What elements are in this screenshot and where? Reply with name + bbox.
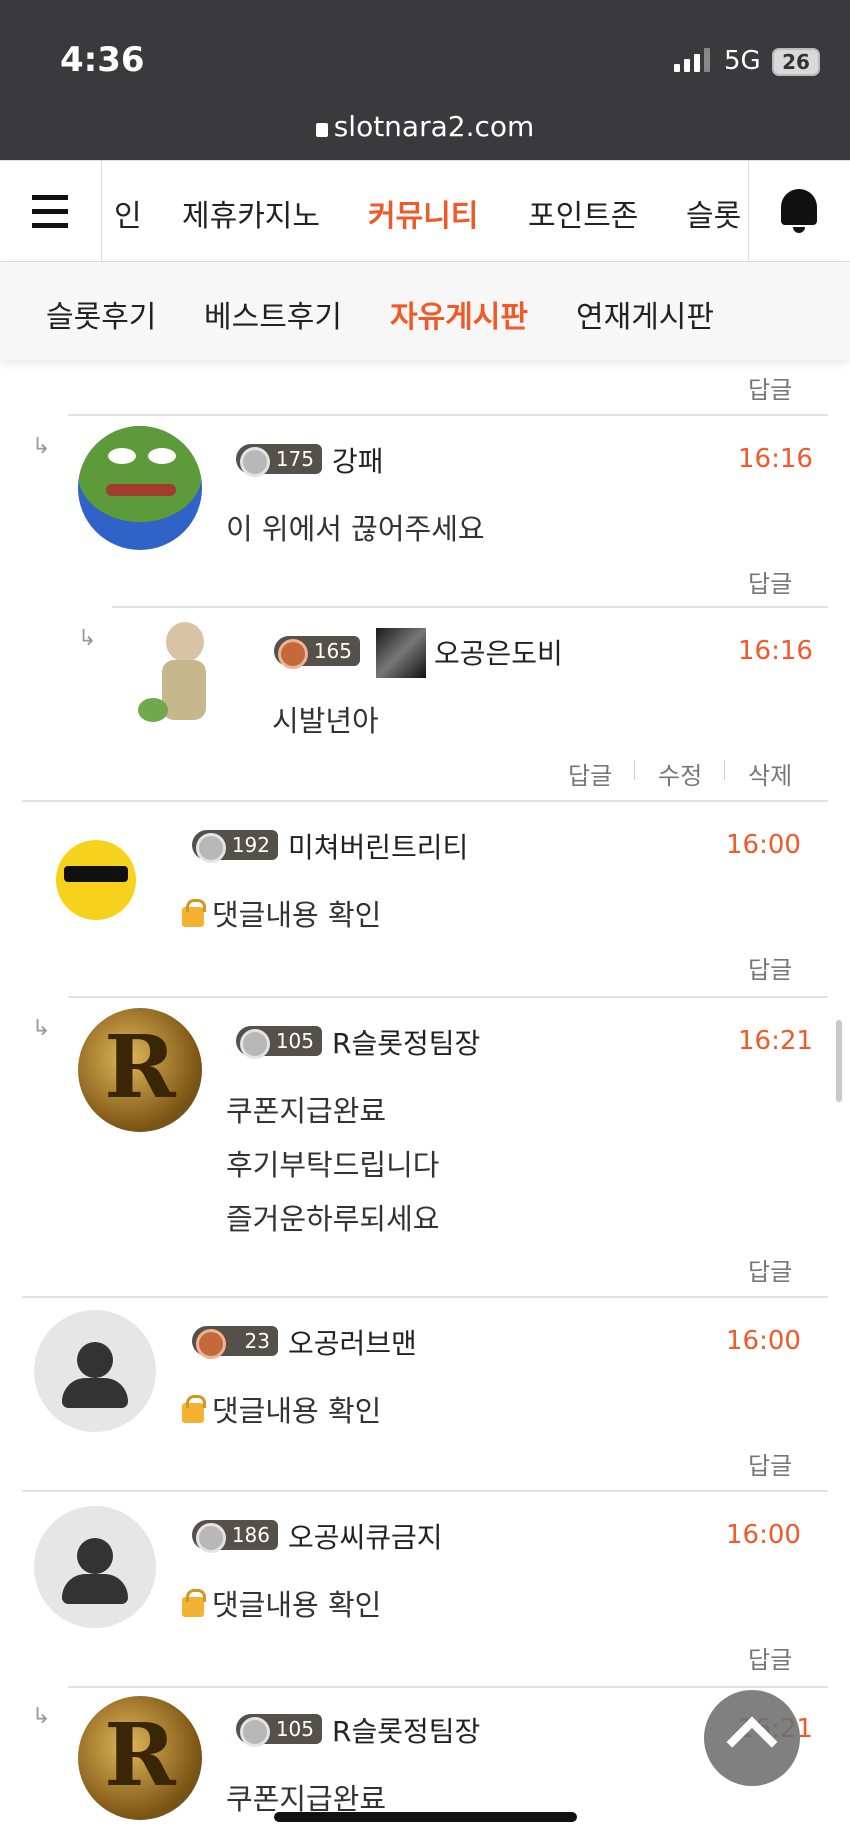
reply-link[interactable]: 답글 [748, 564, 792, 599]
reply-link[interactable]: 답글 [568, 756, 612, 791]
comment-list: 답글 ↳ 175 강패 16:16 이 위에서 끊어주세요 답글 ↳ 165 오… [0, 360, 850, 1841]
chevron-up-icon[interactable] [704, 1690, 800, 1786]
doll-avatar [126, 616, 250, 740]
reply-arrow-icon: ↳ [32, 1704, 51, 1729]
reply-link[interactable]: 답글 [748, 1640, 792, 1675]
top-nav: 인 제휴카지노 커뮤니티 포인트존 슬롯 [0, 160, 850, 262]
sub-nav: 슬롯후기 베스트후기 자유게시판 연재게시판 [0, 262, 850, 360]
nav-item-partial[interactable]: 인 [114, 191, 142, 235]
default-user-avatar [34, 1506, 156, 1628]
lock-icon [182, 1589, 206, 1617]
r-logo-avatar: R [78, 1008, 202, 1132]
comment-text: 이 위에서 끊어주세요 [226, 512, 485, 546]
lock-icon [182, 899, 206, 927]
reply-arrow-icon: ↳ [32, 1016, 51, 1041]
comment-time: 16:00 [726, 1326, 801, 1356]
tab-slot-review[interactable]: 슬롯후기 [46, 292, 156, 336]
comment-time: 16:21 [738, 1026, 813, 1056]
default-user-avatar [34, 1310, 156, 1432]
author-name[interactable]: 강패 [332, 440, 384, 480]
clock: 4:36 [60, 40, 145, 80]
nav-items: 인 제휴카지노 커뮤니티 포인트존 슬롯 [104, 161, 748, 261]
hamburger-icon[interactable] [0, 161, 102, 261]
author-name[interactable]: R슬롯정팀장 [332, 1022, 480, 1062]
level-badge: 105 [236, 1026, 322, 1059]
comment-text: 댓글내용 확인 [182, 892, 381, 934]
home-indicator [274, 1812, 577, 1822]
sunglasses-emoji-avatar [52, 830, 148, 926]
author-name[interactable]: R슬롯정팀장 [332, 1710, 480, 1750]
reply-link[interactable]: 답글 [748, 950, 792, 985]
author-name[interactable]: 오공러브맨 [288, 1322, 417, 1362]
address-bar[interactable]: slotnara2.com [0, 110, 850, 143]
tab-serial-board[interactable]: 연재게시판 [576, 292, 714, 336]
nav-item-point-zone[interactable]: 포인트존 [528, 191, 638, 235]
author-name[interactable]: 미쳐버린트리티 [288, 826, 468, 866]
comment-text: 댓글내용 확인 [182, 1582, 381, 1624]
comment-time: 16:00 [726, 830, 801, 860]
comment-text: 시발년아 [272, 704, 379, 738]
battery-icon: 26 [772, 48, 820, 76]
comment-text: 쿠폰지급완료 [226, 1094, 387, 1128]
comment-text: 즐거운하루되세요 [226, 1202, 440, 1236]
tab-best-review[interactable]: 베스트후기 [204, 292, 342, 336]
comment-text: 댓글내용 확인 [182, 1388, 381, 1430]
nav-item-partner-casino[interactable]: 제휴카지노 [182, 191, 320, 235]
comment-text: 후기부탁드립니다 [226, 1148, 440, 1182]
frog-avatar [78, 426, 202, 550]
r-logo-avatar: R [78, 1696, 202, 1820]
edit-link[interactable]: 수정 [658, 756, 702, 791]
reply-link[interactable]: 답글 [748, 1446, 792, 1481]
browser-status-bar: 4:36 5G 26 slotnara2.com [0, 0, 850, 160]
reply-arrow-icon: ↳ [78, 626, 97, 651]
level-badge: 192 [192, 830, 278, 863]
reply-link[interactable]: 답글 [748, 1252, 792, 1287]
url-text: slotnara2.com [333, 110, 535, 143]
bell-icon[interactable] [748, 161, 850, 261]
comment-time: 16:16 [738, 444, 813, 474]
network-label: 5G [724, 46, 761, 76]
delete-link[interactable]: 삭제 [748, 756, 792, 791]
lock-icon [315, 123, 328, 137]
lock-icon [182, 1395, 206, 1423]
author-name[interactable]: 오공은도비 [434, 632, 563, 672]
nav-item-slot[interactable]: 슬롯 [686, 191, 741, 235]
level-badge: 105 [236, 1714, 322, 1747]
user-icon-image [376, 628, 426, 678]
reply-arrow-icon: ↳ [32, 434, 51, 459]
level-badge: 186 [192, 1520, 278, 1553]
author-name[interactable]: 오공씨큐금지 [288, 1516, 443, 1556]
comment-time: 16:00 [726, 1520, 801, 1550]
level-badge: 165 [274, 636, 360, 669]
level-badge: 23 [192, 1326, 278, 1359]
nav-item-community[interactable]: 커뮤니티 [368, 191, 478, 235]
comment-time: 16:16 [738, 636, 813, 666]
tab-free-board[interactable]: 자유게시판 [390, 292, 528, 336]
signal-icon [674, 48, 710, 72]
level-badge: 175 [236, 444, 322, 477]
reply-link[interactable]: 답글 [748, 370, 792, 405]
scrollbar[interactable] [836, 1020, 842, 1102]
